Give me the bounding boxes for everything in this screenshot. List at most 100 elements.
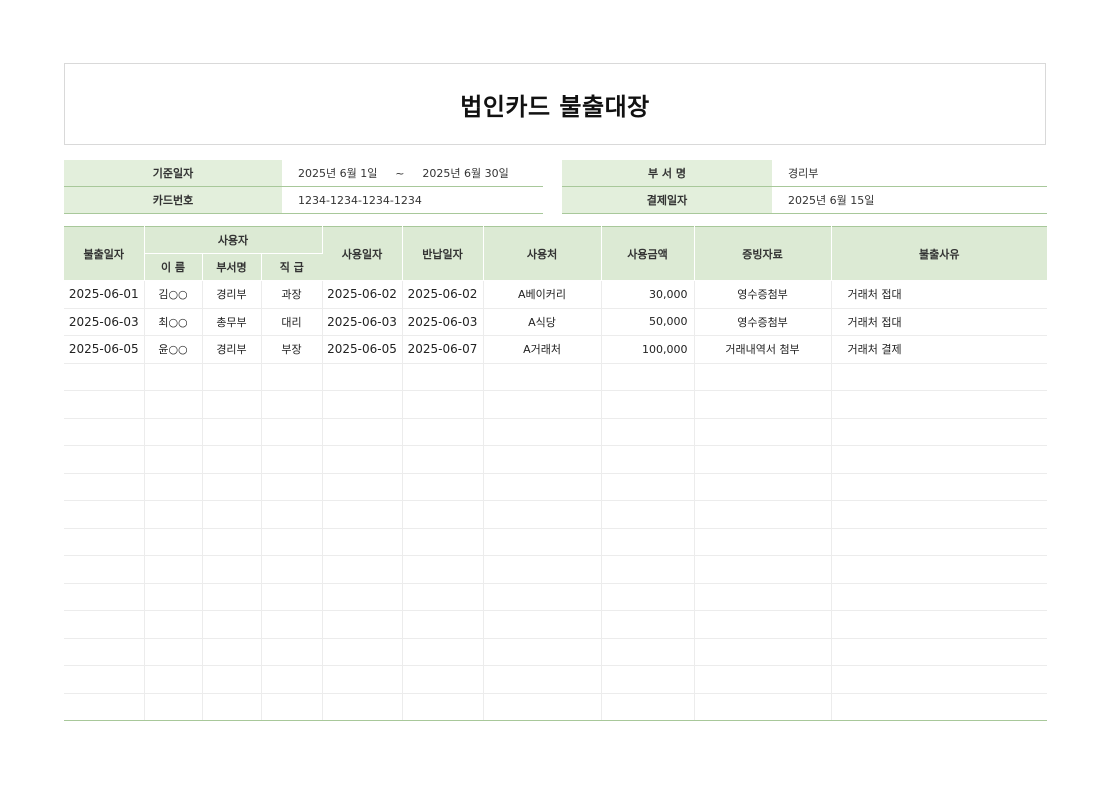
rank-cell[interactable]: 대리 bbox=[261, 308, 323, 336]
use-date-cell[interactable] bbox=[322, 528, 403, 556]
merchant-cell[interactable] bbox=[483, 390, 602, 419]
amount-cell[interactable] bbox=[601, 418, 695, 446]
evidence-cell[interactable] bbox=[694, 473, 832, 501]
rank-cell[interactable] bbox=[261, 500, 323, 529]
use-date-cell[interactable] bbox=[322, 638, 403, 666]
rank-cell[interactable] bbox=[261, 390, 323, 419]
use-date-cell[interactable] bbox=[322, 445, 403, 474]
amount-cell[interactable] bbox=[601, 445, 695, 474]
return-date-cell[interactable] bbox=[402, 665, 484, 694]
merchant-cell[interactable]: A베이커리 bbox=[483, 280, 602, 309]
name-cell[interactable] bbox=[144, 610, 203, 639]
dept-cell[interactable] bbox=[202, 473, 262, 501]
dept-cell[interactable] bbox=[202, 665, 262, 694]
issue-date-cell[interactable] bbox=[64, 638, 145, 666]
amount-cell[interactable]: 30,000 bbox=[601, 280, 695, 309]
dept-cell[interactable]: 총무부 bbox=[202, 308, 262, 336]
use-date-cell[interactable]: 2025-06-05 bbox=[322, 335, 403, 364]
use-date-cell[interactable] bbox=[322, 390, 403, 419]
reason-cell[interactable] bbox=[831, 528, 1048, 556]
return-date-cell[interactable] bbox=[402, 473, 484, 501]
use-date-cell[interactable] bbox=[322, 665, 403, 694]
reason-cell[interactable] bbox=[831, 583, 1048, 611]
return-date-cell[interactable] bbox=[402, 555, 484, 584]
merchant-cell[interactable] bbox=[483, 445, 602, 474]
return-date-cell[interactable] bbox=[402, 418, 484, 446]
amount-cell[interactable] bbox=[601, 500, 695, 529]
return-date-cell[interactable]: 2025-06-07 bbox=[402, 335, 484, 364]
issue-date-cell[interactable] bbox=[64, 693, 145, 721]
name-cell[interactable] bbox=[144, 390, 203, 419]
return-date-cell[interactable] bbox=[402, 363, 484, 391]
amount-cell[interactable] bbox=[601, 528, 695, 556]
issue-date-cell[interactable] bbox=[64, 528, 145, 556]
use-date-cell[interactable]: 2025-06-03 bbox=[322, 308, 403, 336]
merchant-cell[interactable] bbox=[483, 363, 602, 391]
rank-cell[interactable]: 과장 bbox=[261, 280, 323, 309]
name-cell[interactable]: 윤○○ bbox=[144, 335, 203, 364]
rank-cell[interactable] bbox=[261, 693, 323, 721]
issue-date-cell[interactable] bbox=[64, 390, 145, 419]
evidence-cell[interactable]: 영수증첨부 bbox=[694, 280, 832, 309]
merchant-cell[interactable]: A식당 bbox=[483, 308, 602, 336]
dept-cell[interactable] bbox=[202, 418, 262, 446]
amount-cell[interactable] bbox=[601, 610, 695, 639]
amount-cell[interactable] bbox=[601, 363, 695, 391]
evidence-cell[interactable] bbox=[694, 418, 832, 446]
evidence-cell[interactable] bbox=[694, 390, 832, 419]
dept-cell[interactable] bbox=[202, 555, 262, 584]
rank-cell[interactable] bbox=[261, 445, 323, 474]
rank-cell[interactable] bbox=[261, 665, 323, 694]
name-cell[interactable] bbox=[144, 418, 203, 446]
rank-cell[interactable] bbox=[261, 363, 323, 391]
rank-cell[interactable]: 부장 bbox=[261, 335, 323, 364]
merchant-cell[interactable] bbox=[483, 555, 602, 584]
issue-date-cell[interactable] bbox=[64, 363, 145, 391]
use-date-cell[interactable] bbox=[322, 555, 403, 584]
merchant-cell[interactable] bbox=[483, 583, 602, 611]
name-cell[interactable] bbox=[144, 363, 203, 391]
rank-cell[interactable] bbox=[261, 528, 323, 556]
issue-date-cell[interactable] bbox=[64, 583, 145, 611]
rank-cell[interactable] bbox=[261, 418, 323, 446]
rank-cell[interactable] bbox=[261, 638, 323, 666]
reason-cell[interactable] bbox=[831, 500, 1048, 529]
name-cell[interactable] bbox=[144, 528, 203, 556]
use-date-cell[interactable] bbox=[322, 473, 403, 501]
issue-date-cell[interactable] bbox=[64, 610, 145, 639]
name-cell[interactable] bbox=[144, 555, 203, 584]
return-date-cell[interactable]: 2025-06-03 bbox=[402, 308, 484, 336]
issue-date-cell[interactable]: 2025-06-01 bbox=[64, 280, 145, 309]
reason-cell[interactable] bbox=[831, 638, 1048, 666]
name-cell[interactable] bbox=[144, 500, 203, 529]
merchant-cell[interactable]: A거래처 bbox=[483, 335, 602, 364]
use-date-cell[interactable] bbox=[322, 610, 403, 639]
use-date-cell[interactable] bbox=[322, 583, 403, 611]
dept-cell[interactable] bbox=[202, 610, 262, 639]
dept-cell[interactable] bbox=[202, 500, 262, 529]
reason-cell[interactable] bbox=[831, 610, 1048, 639]
return-date-cell[interactable] bbox=[402, 638, 484, 666]
reason-cell[interactable] bbox=[831, 445, 1048, 474]
reason-cell[interactable] bbox=[831, 665, 1048, 694]
reason-cell[interactable] bbox=[831, 473, 1048, 501]
reason-cell[interactable] bbox=[831, 390, 1048, 419]
return-date-cell[interactable] bbox=[402, 610, 484, 639]
issue-date-cell[interactable] bbox=[64, 473, 145, 501]
merchant-cell[interactable] bbox=[483, 473, 602, 501]
evidence-cell[interactable] bbox=[694, 555, 832, 584]
amount-cell[interactable] bbox=[601, 555, 695, 584]
return-date-cell[interactable] bbox=[402, 445, 484, 474]
return-date-cell[interactable]: 2025-06-02 bbox=[402, 280, 484, 309]
amount-cell[interactable]: 50,000 bbox=[601, 308, 695, 336]
issue-date-cell[interactable] bbox=[64, 418, 145, 446]
issue-date-cell[interactable] bbox=[64, 665, 145, 694]
evidence-cell[interactable] bbox=[694, 500, 832, 529]
dept-cell[interactable] bbox=[202, 390, 262, 419]
dept-cell[interactable]: 경리부 bbox=[202, 335, 262, 364]
merchant-cell[interactable] bbox=[483, 418, 602, 446]
evidence-cell[interactable] bbox=[694, 445, 832, 474]
name-cell[interactable] bbox=[144, 583, 203, 611]
use-date-cell[interactable] bbox=[322, 500, 403, 529]
return-date-cell[interactable] bbox=[402, 583, 484, 611]
